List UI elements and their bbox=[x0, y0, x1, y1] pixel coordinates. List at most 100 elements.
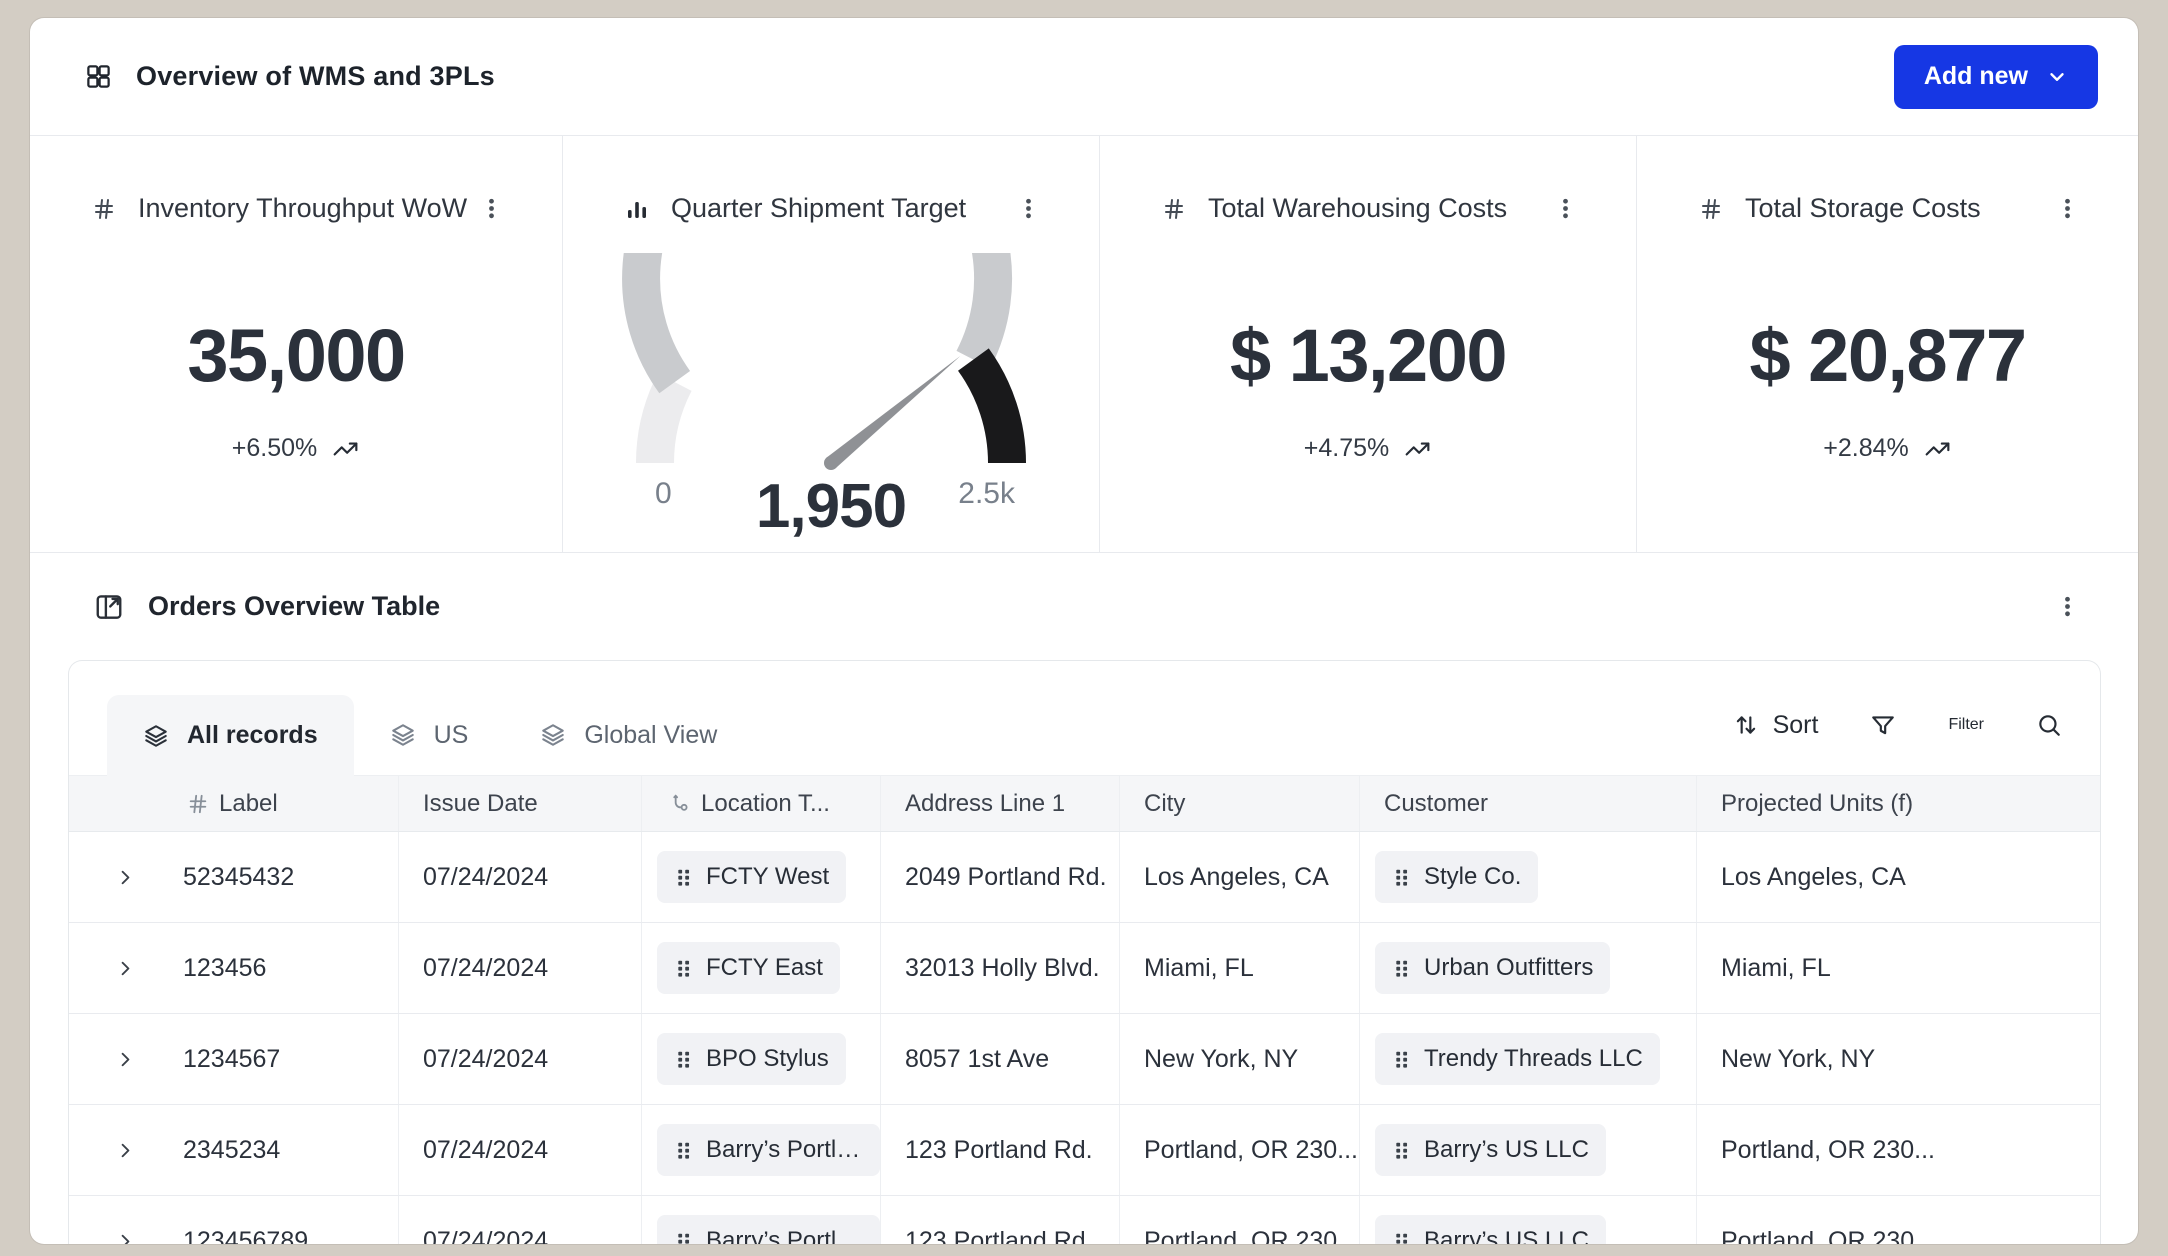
grid-dots-icon bbox=[1392, 1231, 1411, 1245]
customer-tag[interactable]: Barry’s US LLC bbox=[1375, 1124, 1606, 1176]
cell-issue-date: 07/24/2024 bbox=[423, 1227, 548, 1245]
kebab-menu-icon[interactable] bbox=[473, 190, 510, 227]
column-header-label[interactable]: Label bbox=[69, 776, 399, 831]
kpi-value: 35,000 bbox=[30, 313, 562, 398]
kpi-value: $ 13,200 bbox=[1100, 313, 1636, 398]
kpi-card-quarter-shipment-target: Quarter Shipment Target 0 2.5k 1,950 bbox=[563, 136, 1100, 552]
kpi-card-storage-costs: Total Storage Costs $ 20,877 +2.84% bbox=[1637, 136, 2138, 552]
table-header-row: Label Issue Date Location T... Address L… bbox=[69, 776, 2100, 832]
trending-up-icon bbox=[1923, 436, 1952, 462]
search-button[interactable] bbox=[2036, 712, 2062, 738]
grid-dots-icon bbox=[1392, 867, 1411, 888]
expand-row-chevron-icon[interactable] bbox=[114, 1230, 137, 1245]
kpi-row: Inventory Throughput WoW 35,000 +6.50% Q… bbox=[30, 136, 2138, 553]
customer-tag[interactable]: Style Co. bbox=[1375, 851, 1538, 903]
cell-label: 52345432 bbox=[183, 863, 294, 892]
cell-city: Miami, FL bbox=[1144, 954, 1254, 983]
location-tag[interactable]: Barry’s Portland bbox=[657, 1124, 880, 1176]
location-tag[interactable]: BPO Stylus bbox=[657, 1033, 846, 1085]
kebab-menu-icon[interactable] bbox=[2049, 190, 2086, 227]
kpi-delta: +4.75% bbox=[1304, 434, 1390, 463]
kpi-title: Total Storage Costs bbox=[1745, 193, 1981, 224]
table-body: 52345432 07/24/2024 FCTY West 2049 Portl… bbox=[69, 832, 2100, 1244]
orders-section-title: Orders Overview Table bbox=[148, 591, 440, 622]
expand-row-chevron-icon[interactable] bbox=[114, 866, 137, 889]
expand-table-icon[interactable] bbox=[94, 592, 124, 622]
kpi-delta: +2.84% bbox=[1823, 434, 1909, 463]
tab-all-records[interactable]: All records bbox=[107, 695, 354, 776]
hash-icon bbox=[1162, 197, 1186, 221]
expand-row-chevron-icon[interactable] bbox=[114, 957, 137, 980]
location-tag[interactable]: Barry’s Portland bbox=[657, 1215, 880, 1244]
cell-city: Portland, OR 230... bbox=[1144, 1136, 1358, 1165]
table-row: 2345234 07/24/2024 Barry’s Portland 123 … bbox=[69, 1105, 2100, 1196]
table-row: 123456789 07/24/2024 Barry’s Portland 12… bbox=[69, 1196, 2100, 1244]
grid-dots-icon bbox=[674, 1231, 693, 1245]
column-header-address-line-1[interactable]: Address Line 1 bbox=[881, 776, 1120, 831]
gauge-chart: 0 2.5k 1,950 bbox=[621, 253, 1041, 553]
expand-row-chevron-icon[interactable] bbox=[114, 1139, 137, 1162]
grid-dots-icon bbox=[674, 958, 693, 979]
kebab-menu-icon[interactable] bbox=[1010, 190, 1047, 227]
cell-projected-units: Portland, OR 230... bbox=[1721, 1227, 1935, 1245]
tab-label: US bbox=[434, 721, 469, 750]
tab-global-view[interactable]: Global View bbox=[504, 695, 753, 775]
kebab-menu-icon[interactable] bbox=[2049, 588, 2086, 625]
grid-dots-icon bbox=[674, 1140, 693, 1161]
cell-city: New York, NY bbox=[1144, 1045, 1298, 1074]
cell-issue-date: 07/24/2024 bbox=[423, 1045, 548, 1074]
gauge-arc bbox=[621, 253, 1041, 493]
kpi-title: Inventory Throughput WoW bbox=[138, 193, 467, 224]
table-row: 123456 07/24/2024 FCTY East 32013 Holly … bbox=[69, 923, 2100, 1014]
orders-section-header: Orders Overview Table bbox=[30, 553, 2138, 660]
grid-dots-icon bbox=[674, 867, 693, 888]
column-header-customer[interactable]: Customer bbox=[1360, 776, 1697, 831]
cell-issue-date: 07/24/2024 bbox=[423, 863, 548, 892]
relation-icon bbox=[668, 792, 691, 815]
column-header-projected-units[interactable]: Projected Units (f) bbox=[1697, 776, 2100, 831]
trending-up-icon bbox=[331, 436, 360, 462]
table-tabs-bar: All records US Global View Sort Filter bbox=[69, 661, 2100, 776]
kpi-card-inventory-throughput: Inventory Throughput WoW 35,000 +6.50% bbox=[30, 136, 563, 552]
kebab-menu-icon[interactable] bbox=[1547, 190, 1584, 227]
location-tag[interactable]: FCTY West bbox=[657, 851, 846, 903]
cell-label: 1234567 bbox=[183, 1045, 280, 1074]
table-row: 52345432 07/24/2024 FCTY West 2049 Portl… bbox=[69, 832, 2100, 923]
layers-icon bbox=[390, 722, 416, 748]
sort-label: Sort bbox=[1773, 711, 1819, 740]
hash-icon bbox=[187, 793, 209, 815]
cell-issue-date: 07/24/2024 bbox=[423, 1136, 548, 1165]
expand-row-chevron-icon[interactable] bbox=[114, 1048, 137, 1071]
cell-issue-date: 07/24/2024 bbox=[423, 954, 548, 983]
tab-us[interactable]: US bbox=[354, 695, 505, 775]
cell-address: 32013 Holly Blvd. bbox=[905, 954, 1100, 983]
tab-label: Global View bbox=[584, 721, 717, 750]
column-header-city[interactable]: City bbox=[1120, 776, 1360, 831]
filter-button[interactable] bbox=[1870, 712, 1896, 738]
kpi-card-warehousing-costs: Total Warehousing Costs $ 13,200 +4.75% bbox=[1100, 136, 1637, 552]
grid-dots-icon bbox=[1392, 958, 1411, 979]
customer-tag[interactable]: Barry’s US LLC bbox=[1375, 1215, 1606, 1244]
grid-dots-icon bbox=[1392, 1049, 1411, 1070]
gauge-value: 1,950 bbox=[621, 471, 1041, 542]
cell-city: Los Angeles, CA bbox=[1144, 863, 1329, 892]
column-header-issue-date[interactable]: Issue Date bbox=[399, 776, 642, 831]
column-header-location-type[interactable]: Location T... bbox=[642, 776, 881, 831]
add-new-button[interactable]: Add new bbox=[1894, 45, 2098, 109]
location-tag[interactable]: FCTY East bbox=[657, 942, 840, 994]
customer-tag[interactable]: Trendy Threads LLC bbox=[1375, 1033, 1660, 1085]
cell-address: 123 Portland Rd. bbox=[905, 1136, 1093, 1165]
sort-button[interactable]: Sort bbox=[1733, 711, 1819, 740]
filter-funnel-icon bbox=[1870, 712, 1896, 738]
cell-label: 2345234 bbox=[183, 1136, 280, 1165]
cell-address: 2049 Portland Rd. bbox=[905, 863, 1107, 892]
dashboard-icon bbox=[85, 63, 112, 90]
cell-projected-units: New York, NY bbox=[1721, 1045, 1875, 1074]
layers-icon bbox=[540, 722, 566, 748]
search-icon bbox=[2036, 712, 2062, 738]
customer-tag[interactable]: Urban Outfitters bbox=[1375, 942, 1610, 994]
hash-icon bbox=[92, 197, 116, 221]
sort-arrows-icon bbox=[1733, 712, 1759, 738]
page-title: Overview of WMS and 3PLs bbox=[136, 61, 495, 92]
table-controls: Sort Filter bbox=[1733, 711, 2100, 740]
